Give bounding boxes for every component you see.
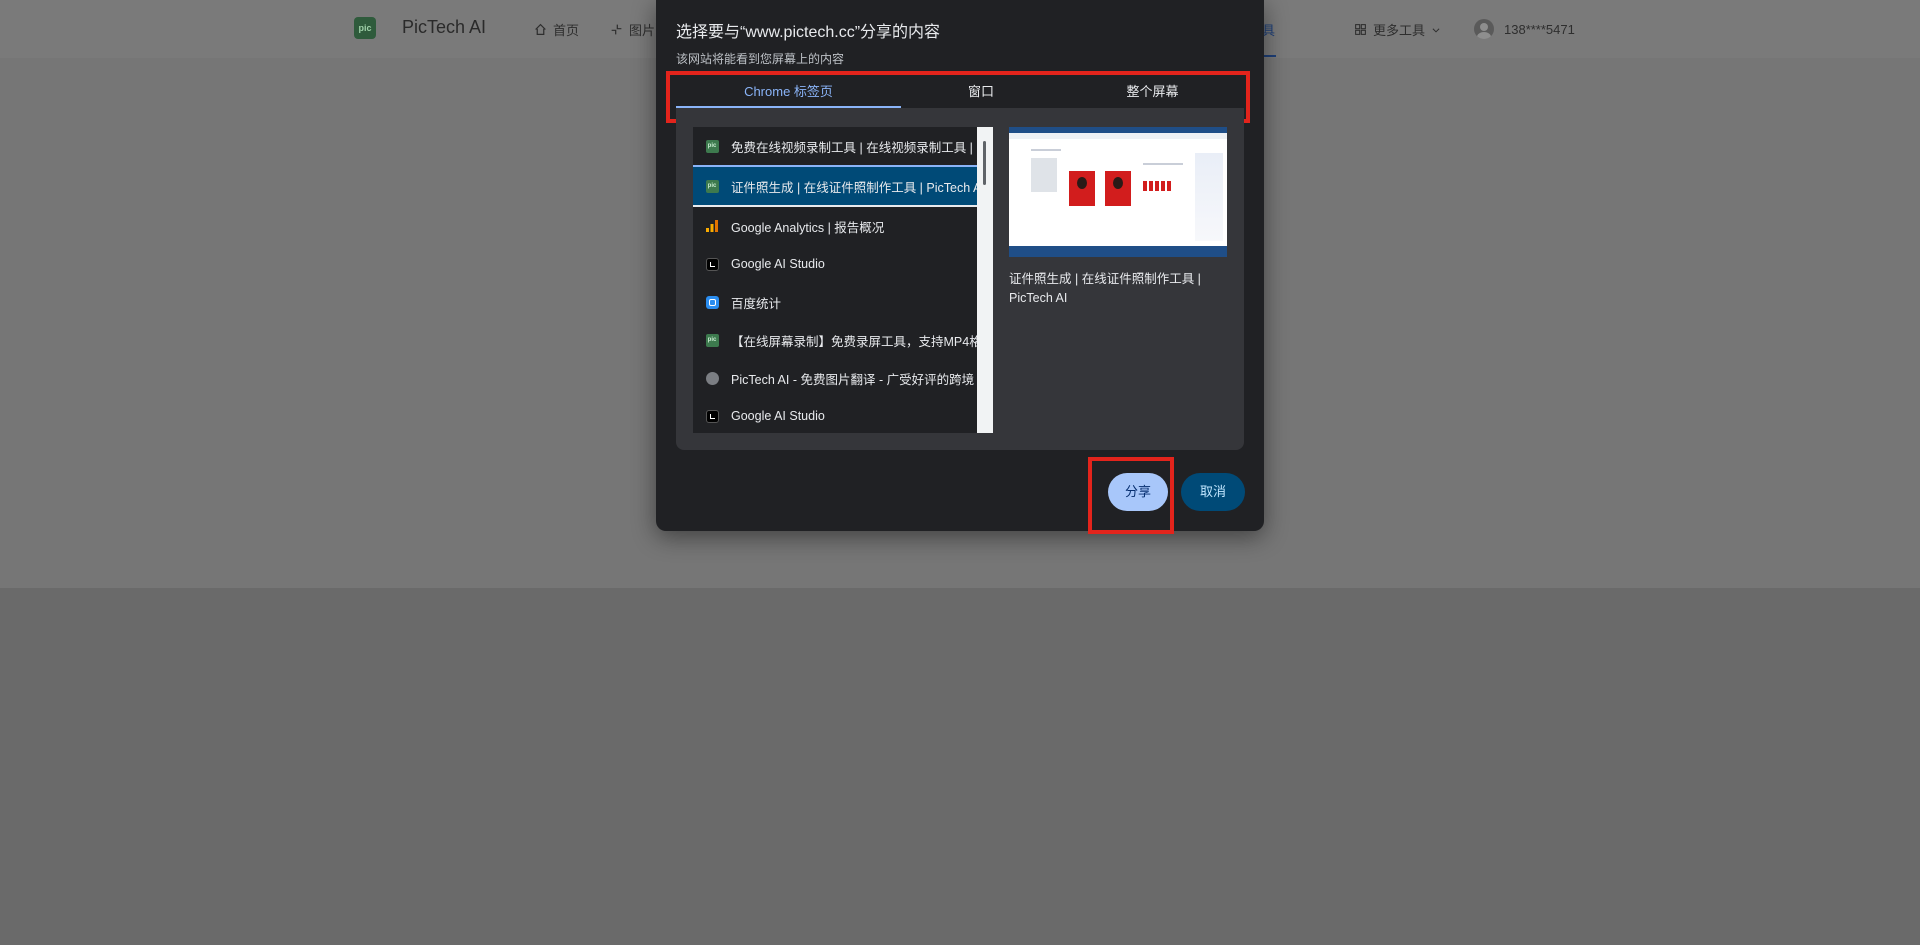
tab-window[interactable]: 窗口 xyxy=(901,78,1061,108)
baidu-tongji-favicon-icon xyxy=(705,295,719,309)
nav-image-label: 图片 xyxy=(629,23,656,38)
analytics-favicon-icon xyxy=(705,219,719,233)
share-button[interactable]: 分享 xyxy=(1108,473,1168,511)
ai-studio-favicon-icon xyxy=(705,409,719,423)
home-icon xyxy=(535,23,546,35)
pictech-favicon-icon: pic xyxy=(705,139,719,153)
source-panel: pic 免费在线视频录制工具 | 在线视频录制工具 | PicTech AI p… xyxy=(676,108,1244,450)
user-phone: 138****5471 xyxy=(1504,21,1575,37)
chrome-tab-list: pic 免费在线视频录制工具 | 在线视频录制工具 | PicTech AI p… xyxy=(693,127,977,433)
cancel-button[interactable]: 取消 xyxy=(1181,473,1245,511)
image-tools-icon xyxy=(611,24,622,35)
ai-studio-favicon-icon xyxy=(705,257,719,271)
pictech-favicon-icon: pic xyxy=(705,333,719,347)
list-item-label: Google AI Studio xyxy=(731,409,825,423)
list-item-label: Google Analytics | 报告概况 xyxy=(731,220,885,235)
list-item[interactable]: Google Analytics | 报告概况 xyxy=(693,207,977,245)
globe-favicon-icon xyxy=(705,371,719,385)
nav-home[interactable]: 首页 xyxy=(534,20,579,39)
brand-name: PicTech AI xyxy=(402,17,487,37)
scrollbar-thumb[interactable] xyxy=(983,141,986,185)
list-item-selected[interactable]: pic 证件照生成 | 在线证件照制作工具 | PicTech AI xyxy=(693,167,977,207)
tab-list-scrollbar[interactable] xyxy=(977,127,993,433)
nav-more-label: 更多工具 xyxy=(1373,23,1426,38)
avatar xyxy=(1474,19,1494,39)
user-menu[interactable]: 138****5471 xyxy=(1474,19,1575,39)
nav-more-tools[interactable]: 更多工具 xyxy=(1354,20,1441,39)
nav-home-label: 首页 xyxy=(553,23,580,38)
list-item[interactable]: Google AI Studio xyxy=(693,397,977,433)
tab-preview-thumbnail xyxy=(1009,127,1227,257)
list-item-label: Google AI Studio xyxy=(731,257,825,271)
list-item[interactable]: Google AI Studio xyxy=(693,245,977,283)
tab-chrome-tabs[interactable]: Chrome 标签页 xyxy=(676,78,901,108)
pictech-favicon-icon: pic xyxy=(705,179,719,193)
screen-share-dialog: 选择要与“www.pictech.cc”分享的内容 该网站将能看到您屏幕上的内容… xyxy=(656,0,1264,534)
list-item[interactable]: PicTech AI - 免费图片翻译 - 广受好评的跨境 xyxy=(693,359,977,397)
dialog-title: 选择要与“www.pictech.cc”分享的内容 xyxy=(676,24,941,41)
preview-caption: 证件照生成 | 在线证件照制作工具 | PicTech AI xyxy=(1009,272,1201,305)
dialog-subtitle: 该网站将能看到您屏幕上的内容 xyxy=(676,52,845,66)
list-item-label: 百度统计 xyxy=(731,296,782,311)
source-tabs: Chrome 标签页 窗口 整个屏幕 xyxy=(676,78,1244,108)
pictech-logo: pic xyxy=(354,17,376,39)
chevron-down-icon xyxy=(1432,27,1440,33)
list-item-label: PicTech AI - 免费图片翻译 - 广受好评的跨境 xyxy=(731,372,975,387)
list-item-label: 证件照生成 | 在线证件照制作工具 | PicTech AI xyxy=(731,180,977,195)
list-item[interactable]: 百度统计 xyxy=(693,283,977,321)
nav-image[interactable]: 图片 xyxy=(610,20,655,39)
list-item-label: 【在线屏幕录制】免费录屏工具，支持MP4格式 xyxy=(731,334,977,349)
list-item-label: 免费在线视频录制工具 | 在线视频录制工具 | PicTech AI xyxy=(731,140,977,155)
tab-entire-screen[interactable]: 整个屏幕 xyxy=(1061,78,1244,108)
list-item[interactable]: pic 【在线屏幕录制】免费录屏工具，支持MP4格式 xyxy=(693,321,977,359)
list-item[interactable]: pic 免费在线视频录制工具 | 在线视频录制工具 | PicTech AI xyxy=(693,127,977,167)
grid-icon xyxy=(1355,24,1366,35)
